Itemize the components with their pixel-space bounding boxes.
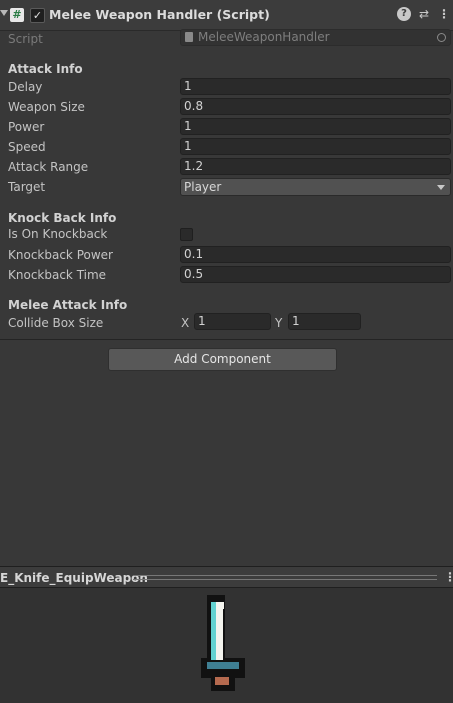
handle	[215, 677, 229, 685]
drag-handle-icon[interactable]	[133, 575, 437, 580]
weapon-size-label: Weapon Size	[8, 100, 85, 114]
preview-header[interactable]: E_Knife_EquipWeapon ⋮	[0, 566, 453, 588]
collide-box-size-label: Collide Box Size	[8, 316, 104, 330]
target-label: Target	[8, 180, 46, 194]
attack-info-header: Attack Info	[8, 62, 83, 76]
target-dropdown[interactable]: Player	[180, 178, 451, 196]
knife-sprite-icon	[201, 595, 245, 691]
target-value: Player	[184, 180, 222, 194]
collide-y-field[interactable]: 1	[288, 313, 361, 330]
preview-menu-icon[interactable]: ⋮	[444, 570, 453, 584]
knockback-power-label: Knockback Power	[8, 248, 113, 262]
delay-field[interactable]: 1	[180, 78, 451, 95]
power-field[interactable]: 1	[180, 118, 451, 135]
settings-icon[interactable]: ⇄	[417, 7, 431, 21]
knockback-time-label: Knockback Time	[8, 268, 107, 282]
dropdown-arrow-icon	[437, 185, 445, 190]
script-icon: #	[10, 8, 24, 22]
knockback-power-field[interactable]: 0.1	[180, 246, 451, 263]
weapon-size-field[interactable]: 0.8	[180, 98, 451, 115]
is-on-knockback-checkbox[interactable]	[180, 228, 193, 241]
delay-label: Delay	[8, 80, 43, 94]
attack-range-field[interactable]: 1.2	[180, 158, 451, 175]
component-title: Melee Weapon Handler (Script)	[49, 7, 270, 22]
preview-title: E_Knife_EquipWeapon	[0, 571, 148, 585]
guard	[207, 662, 239, 669]
power-label: Power	[8, 120, 45, 134]
blade-cyan	[211, 602, 216, 660]
script-field[interactable]: MeleeWeaponHandler	[180, 29, 451, 46]
script-value: MeleeWeaponHandler	[198, 30, 330, 44]
object-picker-icon[interactable]	[437, 33, 446, 42]
menu-icon[interactable]: ⋮	[437, 7, 451, 21]
is-on-knockback-label: Is On Knockback	[8, 227, 108, 241]
foldout-arrow-icon[interactable]	[0, 10, 8, 16]
collide-x-label: X	[181, 316, 190, 330]
speed-field[interactable]: 1	[180, 138, 451, 155]
speed-label: Speed	[8, 140, 46, 154]
component-divider	[0, 339, 453, 340]
attack-range-label: Attack Range	[8, 160, 89, 174]
collide-y-label: Y	[275, 316, 283, 330]
script-label: Script	[8, 32, 43, 46]
help-icon[interactable]: ?	[397, 7, 411, 21]
melee-attack-info-header: Melee Attack Info	[8, 298, 128, 312]
component-header[interactable]: # ✓ Melee Weapon Handler (Script) ? ⇄ ⋮	[0, 0, 453, 31]
knockback-time-field[interactable]: 0.5	[180, 266, 451, 283]
add-component-button[interactable]: Add Component	[108, 348, 337, 371]
knockback-info-header: Knock Back Info	[8, 211, 117, 225]
collide-x-field[interactable]: 1	[194, 313, 271, 330]
preview-area	[0, 588, 453, 703]
script-asset-icon	[185, 32, 193, 42]
component-enabled-checkbox[interactable]: ✓	[30, 8, 45, 23]
